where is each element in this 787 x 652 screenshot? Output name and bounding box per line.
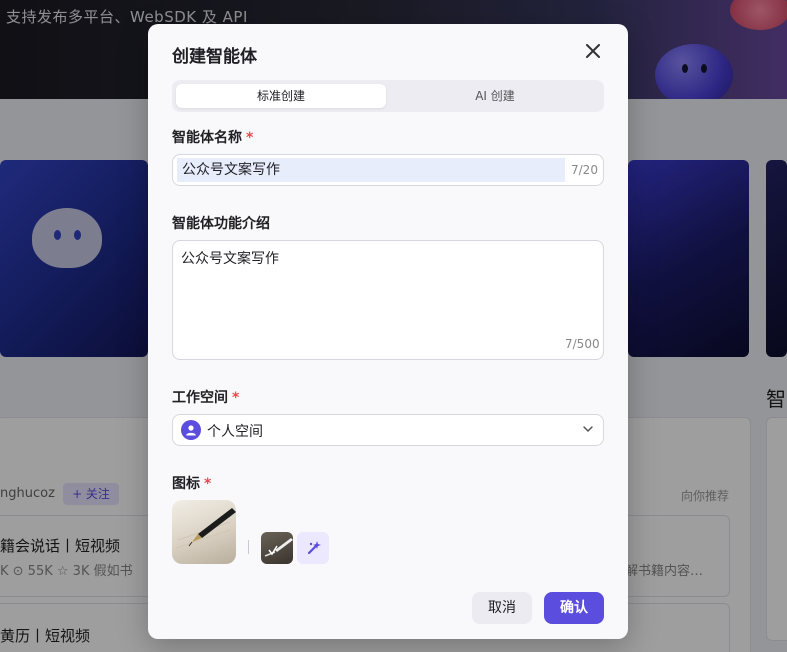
agent-icon-preview[interactable]	[172, 500, 236, 564]
tab-ai-create[interactable]: AI 创建	[390, 84, 600, 108]
desc-char-counter: 7/500	[565, 337, 600, 351]
icon-option-image[interactable]	[261, 532, 293, 564]
chevron-down-icon	[583, 426, 593, 433]
agent-name-label-text: 智能体名称	[172, 130, 242, 146]
sparkle-icon	[307, 541, 321, 555]
required-mark: *	[232, 390, 240, 406]
dialog-title: 创建智能体	[172, 47, 257, 67]
agent-desc-label: 智能体功能介绍	[172, 216, 270, 232]
tab-standard-create[interactable]: 标准创建	[176, 84, 386, 108]
agent-desc-textarea[interactable]: 公众号文案写作 7/500	[172, 240, 604, 360]
pen-icon	[264, 538, 293, 557]
workspace-label: 工作空间 *	[172, 387, 239, 407]
icon-label-text: 图标	[172, 476, 200, 492]
cancel-button[interactable]: 取消	[472, 592, 532, 624]
icon-divider	[248, 540, 249, 554]
agent-desc-value[interactable]: 公众号文案写作	[181, 248, 279, 268]
confirm-button[interactable]: 确认	[544, 592, 604, 624]
required-mark: *	[204, 476, 212, 492]
user-icon	[181, 420, 201, 440]
user-icon-glyph	[186, 425, 196, 436]
agent-name-value[interactable]: 公众号文案写作	[177, 158, 565, 182]
required-mark: *	[246, 130, 254, 146]
close-icon-glyph	[586, 44, 600, 58]
agent-name-input[interactable]: 公众号文案写作 7/20	[172, 154, 604, 186]
name-char-counter: 7/20	[571, 163, 598, 177]
workspace-value: 个人空间	[207, 424, 263, 440]
pen-icon	[175, 508, 236, 557]
ai-generate-icon-button[interactable]	[297, 532, 329, 564]
workspace-label-text: 工作空间	[172, 390, 228, 406]
icon-label: 图标 *	[172, 473, 211, 493]
create-agent-dialog: 创建智能体 标准创建 AI 创建 智能体名称 * 公众号文案写作 7/20 智能体…	[148, 24, 628, 639]
workspace-select[interactable]: 个人空间	[172, 414, 604, 446]
create-mode-tabs: 标准创建 AI 创建	[172, 80, 604, 112]
agent-name-label: 智能体名称 *	[172, 127, 253, 147]
close-icon[interactable]	[582, 40, 604, 62]
